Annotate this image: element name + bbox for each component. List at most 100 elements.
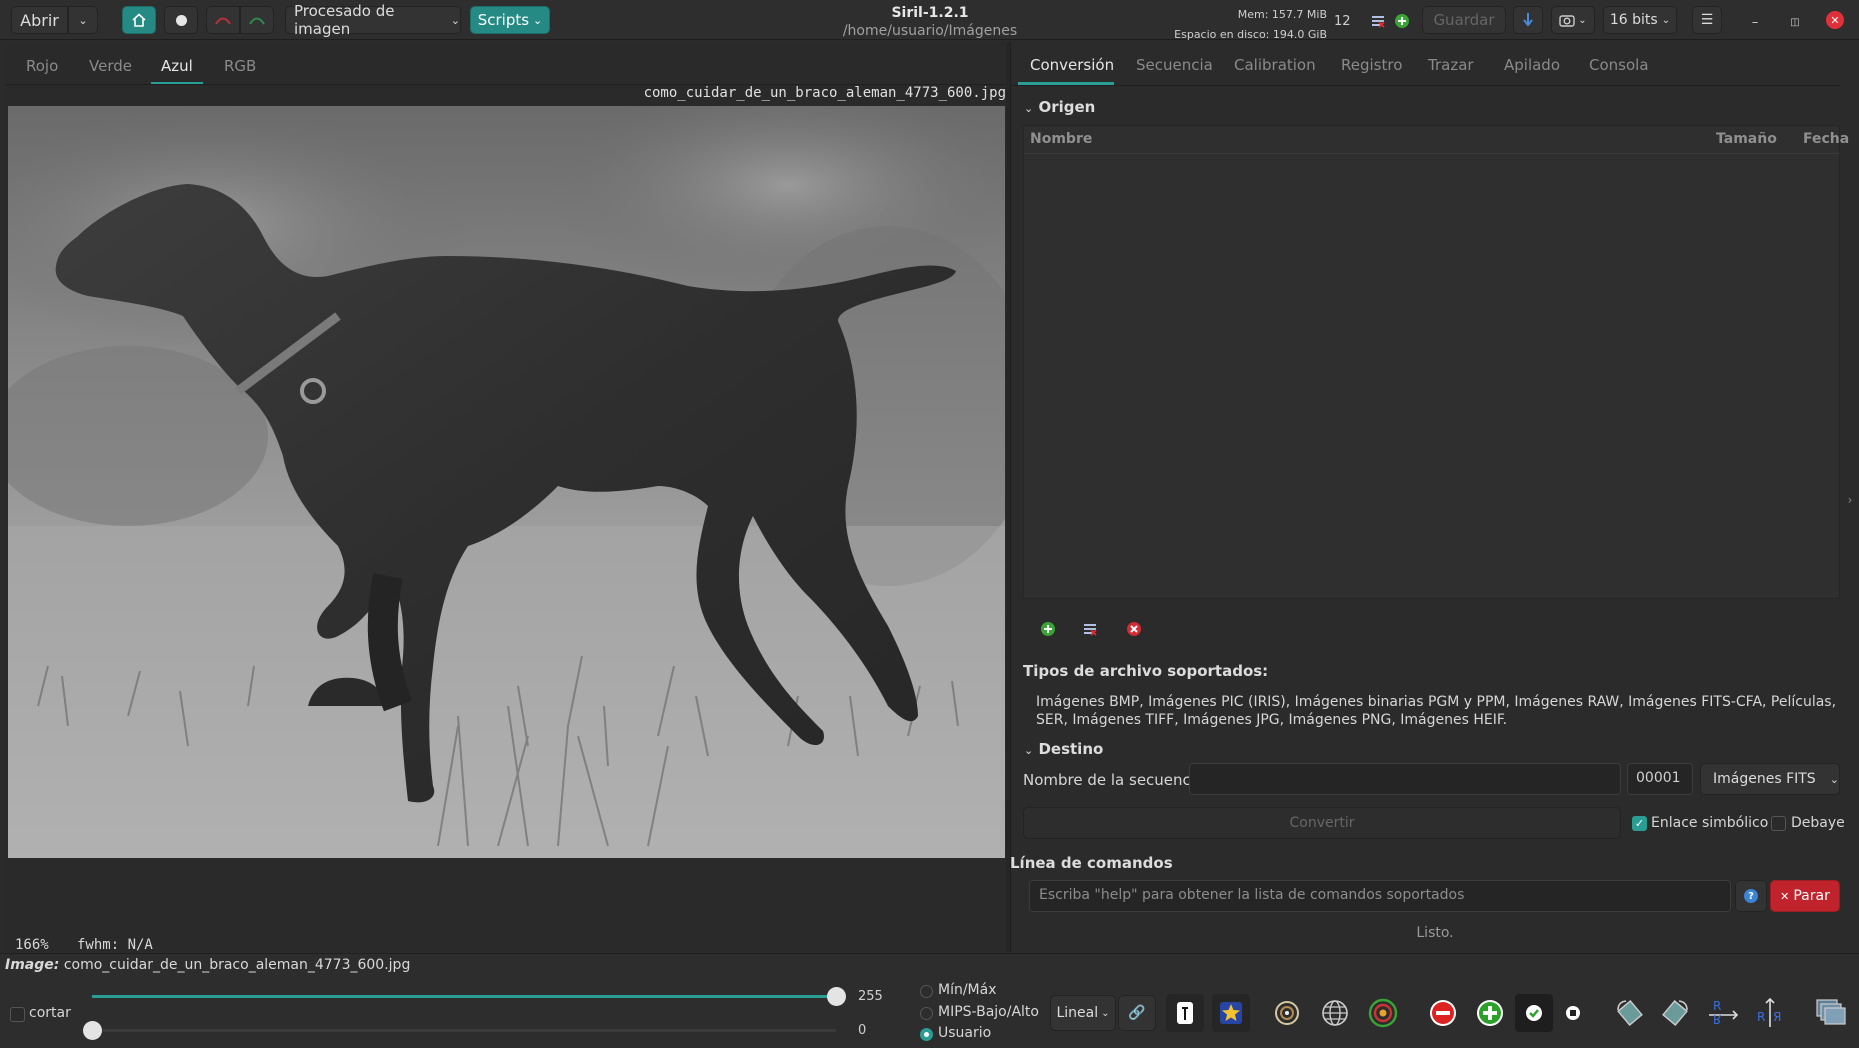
image-list-button[interactable] bbox=[1812, 994, 1850, 1032]
maximize-button[interactable]: ◫ bbox=[1785, 12, 1805, 32]
max-slider-handle[interactable] bbox=[826, 987, 846, 1006]
zoom-one-button[interactable] bbox=[1554, 994, 1592, 1032]
image-filename-label: como_cuidar_de_un_braco_aleman_4773_600.… bbox=[643, 85, 1006, 101]
mirror-horizontal-icon: RR bbox=[1709, 999, 1739, 1026]
add-icon[interactable] bbox=[1394, 13, 1410, 29]
command-input[interactable]: Escriba "help" para obtener la lista de … bbox=[1029, 880, 1731, 912]
radio-user[interactable] bbox=[920, 1028, 933, 1041]
min-slider-handle[interactable] bbox=[82, 1021, 102, 1040]
psf-button[interactable] bbox=[1364, 994, 1402, 1032]
tab-azul[interactable]: Azul bbox=[161, 57, 193, 75]
undo-button[interactable] bbox=[206, 6, 240, 34]
convert-button[interactable]: Convertir bbox=[1023, 807, 1621, 839]
tab-apilado[interactable]: Apilado bbox=[1504, 56, 1560, 74]
tab-conversion[interactable]: Conversión bbox=[1030, 56, 1114, 74]
output-format-select[interactable]: Imágenes FITS ⌄ bbox=[1700, 763, 1840, 795]
minimize-button[interactable]: – bbox=[1745, 12, 1765, 32]
destination-title: Destino bbox=[1038, 740, 1104, 758]
open-recent-dropdown[interactable]: ⌄ bbox=[68, 6, 98, 34]
window-title: Siril-1.2.1 bbox=[891, 5, 969, 21]
save-button[interactable]: Guardar bbox=[1422, 6, 1506, 34]
negative-view-button[interactable] bbox=[1166, 994, 1204, 1032]
link-channels-button[interactable]: 🔗 bbox=[1118, 995, 1156, 1031]
crop-checkbox[interactable] bbox=[10, 1007, 25, 1022]
column-name[interactable]: Nombre bbox=[1030, 131, 1092, 147]
sequence-name-label: Nombre de la secuencia: bbox=[1023, 771, 1210, 789]
thread-count[interactable]: 12 bbox=[1334, 14, 1351, 29]
siril-window: Abrir ⌄ Procesado de imagen ⌄ Scripts ⌄ … bbox=[0, 0, 1859, 1048]
zoom-in-button[interactable] bbox=[1471, 994, 1509, 1032]
save-options-button[interactable] bbox=[1513, 6, 1543, 34]
list-remove-icon[interactable] bbox=[1370, 13, 1386, 29]
help-button[interactable]: ? bbox=[1735, 880, 1767, 912]
panel-tabs-divider bbox=[1010, 85, 1840, 86]
tab-trazar[interactable]: Trazar bbox=[1428, 56, 1474, 74]
chevron-down-icon: ⌄ bbox=[1024, 102, 1034, 115]
scripts-menu[interactable]: Scripts ⌄ bbox=[470, 6, 550, 34]
stretch-select[interactable]: Lineal ⌄ bbox=[1050, 995, 1116, 1031]
radio-mips[interactable] bbox=[920, 1007, 933, 1020]
debayer-checkbox[interactable] bbox=[1771, 816, 1786, 831]
column-size[interactable]: Tamaño bbox=[1716, 131, 1777, 147]
symlink-checkbox[interactable]: ✓ bbox=[1632, 816, 1647, 831]
tab-verde[interactable]: Verde bbox=[89, 57, 132, 75]
target-icon bbox=[1368, 998, 1398, 1028]
rotate-left-button[interactable] bbox=[1610, 994, 1648, 1032]
rotate-right-button[interactable] bbox=[1657, 994, 1695, 1032]
radio-user-label: Usuario bbox=[938, 1025, 992, 1041]
stretch-value: Lineal bbox=[1056, 1005, 1099, 1021]
chevron-down-icon: ⌄ bbox=[1661, 14, 1671, 26]
galaxy-icon bbox=[1275, 1001, 1299, 1025]
tab-consola[interactable]: Consola bbox=[1589, 56, 1649, 74]
scripts-label: Scripts bbox=[477, 11, 530, 29]
origin-expander[interactable]: ⌄ Origen bbox=[1024, 98, 1095, 116]
add-files-icon[interactable] bbox=[1040, 621, 1056, 637]
max-slider-track[interactable] bbox=[92, 995, 836, 998]
destination-expander[interactable]: ⌄ Destino bbox=[1024, 740, 1103, 758]
home-button[interactable] bbox=[122, 6, 156, 34]
record-button[interactable] bbox=[164, 6, 198, 34]
clear-list-icon[interactable] bbox=[1126, 621, 1142, 637]
snapshot-button[interactable]: ⌄ bbox=[1551, 6, 1595, 34]
bit-depth-menu[interactable]: 16 bits ⌄ bbox=[1603, 6, 1677, 34]
disk-space: Espacio en disco: 194.0 GiB bbox=[1174, 28, 1327, 41]
photometry-button[interactable] bbox=[1268, 994, 1306, 1032]
undo-icon bbox=[215, 17, 231, 25]
main-menu-button[interactable]: ☰ bbox=[1692, 6, 1722, 34]
rotate-right-icon bbox=[1662, 999, 1688, 1027]
min-slider-track[interactable] bbox=[92, 1029, 836, 1032]
chevron-right-icon[interactable]: › bbox=[1843, 490, 1857, 510]
open-button[interactable]: Abrir bbox=[11, 6, 68, 34]
convert-label: Convertir bbox=[1289, 815, 1355, 831]
sequence-name-input[interactable] bbox=[1189, 763, 1621, 795]
file-list[interactable] bbox=[1023, 125, 1840, 599]
stop-button[interactable]: ✕ Parar bbox=[1770, 880, 1840, 912]
start-index-input[interactable]: 00001 bbox=[1627, 763, 1693, 795]
remove-selected-icon[interactable] bbox=[1082, 621, 1098, 637]
tab-rojo[interactable]: Rojo bbox=[26, 57, 58, 75]
mirror-y-button[interactable]: RЯ bbox=[1751, 994, 1789, 1032]
image-processing-label: Procesado de imagen bbox=[294, 2, 395, 38]
window-subtitle: /home/usuario/Imágenes bbox=[842, 23, 1018, 39]
tab-rgb[interactable]: RGB bbox=[224, 57, 256, 75]
zoom-fit-button[interactable] bbox=[1515, 994, 1553, 1032]
tab-registro[interactable]: Registro bbox=[1341, 56, 1402, 74]
hamburger-icon: ☰ bbox=[1700, 12, 1714, 28]
svg-text:R: R bbox=[1713, 999, 1721, 1013]
close-button[interactable]: ✕ bbox=[1826, 11, 1844, 29]
image-canvas[interactable] bbox=[8, 106, 1005, 858]
camera-icon bbox=[1559, 15, 1575, 27]
redo-button[interactable] bbox=[240, 6, 274, 34]
astrometry-button[interactable] bbox=[1316, 994, 1354, 1032]
column-date[interactable]: Fecha bbox=[1803, 131, 1849, 147]
save-label: Guardar bbox=[1433, 11, 1495, 29]
radio-minmax[interactable] bbox=[920, 985, 933, 998]
zoom-out-button[interactable] bbox=[1424, 994, 1462, 1032]
colormap-button[interactable] bbox=[1212, 994, 1250, 1032]
image-processing-menu[interactable]: Procesado de imagen ⌄ bbox=[285, 2, 461, 38]
memory-usage: Mem: 157.7 MiB bbox=[1237, 8, 1327, 21]
debayer-label: Debaye bbox=[1791, 815, 1845, 831]
tab-calibration[interactable]: Calibration bbox=[1234, 56, 1316, 74]
mirror-x-button[interactable]: RR bbox=[1704, 994, 1742, 1032]
tab-secuencia[interactable]: Secuencia bbox=[1136, 56, 1213, 74]
